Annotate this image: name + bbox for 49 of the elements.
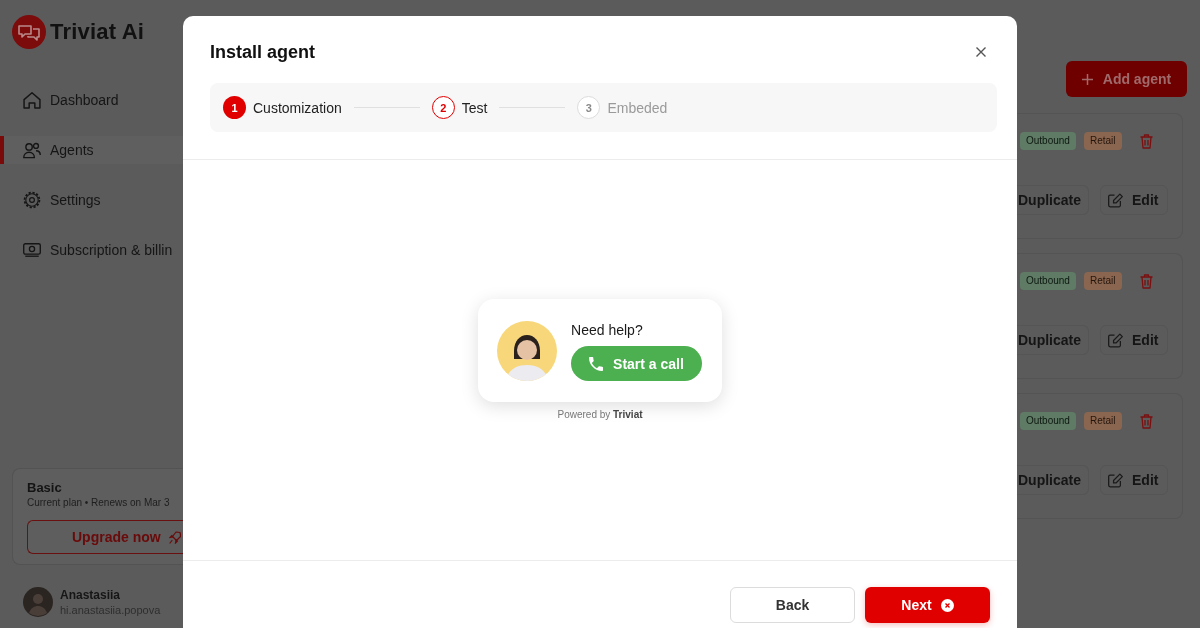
plus-icon: [1081, 73, 1093, 85]
step-number: 2: [431, 96, 455, 119]
tag: Retail: [1083, 412, 1122, 430]
step-label[interactable]: Test: [461, 99, 488, 116]
banknote-icon: [23, 242, 41, 258]
home-icon: [23, 91, 41, 109]
sidebar-item[interactable]: Dashboard: [0, 86, 183, 114]
tag: Outbound: [1020, 132, 1076, 150]
next-button[interactable]: Next: [865, 587, 990, 623]
upgrade-button[interactable]: Upgrade now: [27, 520, 183, 554]
trash-icon[interactable]: [1139, 413, 1153, 429]
chat-bubbles-logo-icon: [12, 15, 46, 49]
trash-icon[interactable]: [1139, 273, 1153, 289]
tag: Outbound: [1020, 412, 1076, 430]
step-number: 3: [577, 96, 601, 119]
plan-name: Basic: [27, 480, 62, 496]
person-avatar-icon: [497, 321, 558, 381]
tag: Outbound: [1020, 272, 1076, 290]
edit-icon: [1108, 332, 1123, 348]
tag: Retail: [1083, 272, 1122, 290]
sidebar-item[interactable]: Subscription & billin: [0, 236, 183, 264]
step-label[interactable]: Embeded: [607, 99, 668, 116]
edit-button[interactable]: Edit: [1100, 185, 1169, 215]
user-name: Anastasiia: [60, 587, 122, 603]
step-label[interactable]: Customization: [253, 99, 342, 116]
brand-name: Triviat Ai: [50, 19, 145, 45]
rocket-icon: [168, 530, 181, 544]
dialog-title: Install agent: [210, 41, 316, 63]
help-prompt: Need help?: [571, 321, 643, 339]
tag: Retail: [1083, 132, 1122, 150]
avatar-icon: [23, 587, 53, 617]
step-number: 1: [223, 96, 246, 119]
sidebar-item[interactable]: Settings: [0, 186, 183, 214]
edit-button[interactable]: Edit: [1100, 465, 1169, 495]
sidebar-item[interactable]: Agents: [0, 136, 183, 164]
edit-icon: [1108, 472, 1123, 488]
edit-icon: [1108, 192, 1123, 208]
powered-by-text: Powered by Triviat: [557, 409, 643, 421]
start-call-button[interactable]: Start a call: [571, 346, 702, 381]
settings-icon: [23, 191, 41, 209]
x-circle-icon: [940, 598, 954, 612]
close-button[interactable]: [976, 47, 986, 57]
add-agent-button[interactable]: Add agent: [1066, 61, 1187, 97]
close-icon: [976, 47, 986, 57]
users-icon: [23, 141, 41, 159]
edit-button[interactable]: Edit: [1100, 325, 1169, 355]
back-button[interactable]: Back: [730, 587, 855, 623]
phone-icon: [589, 356, 604, 371]
trash-icon[interactable]: [1139, 133, 1153, 149]
